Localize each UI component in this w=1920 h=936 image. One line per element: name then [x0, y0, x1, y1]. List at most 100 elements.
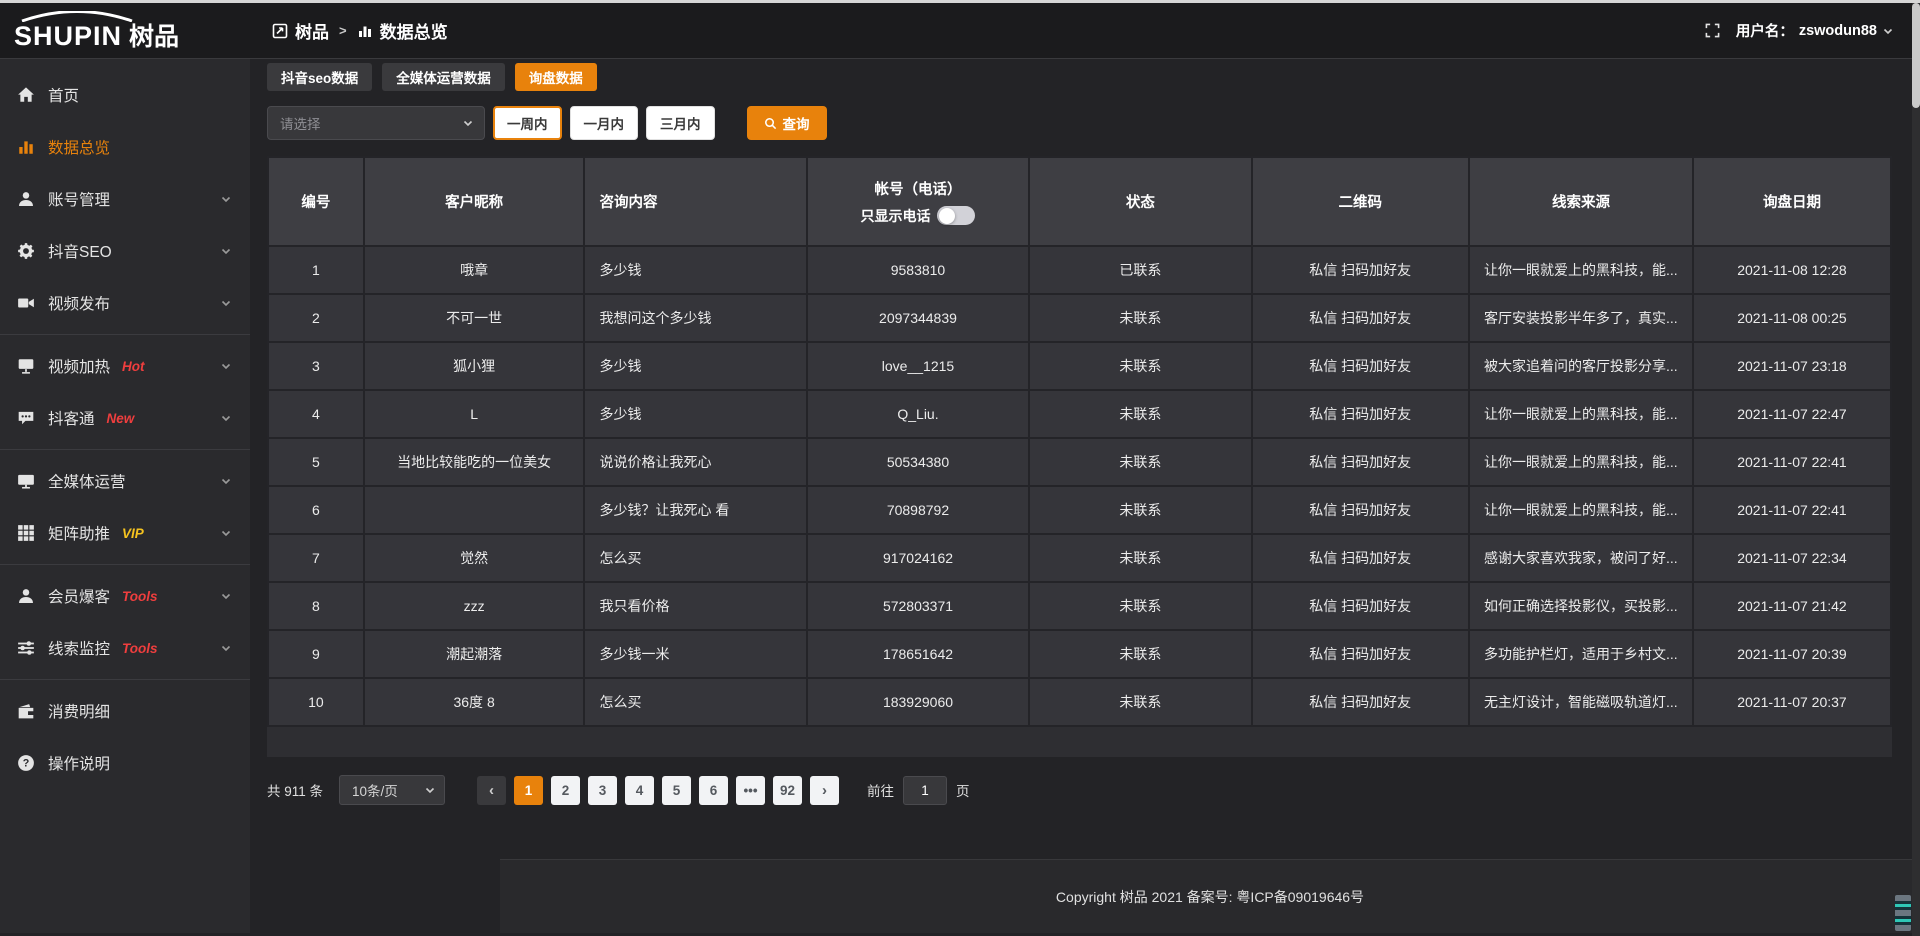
cell-account: 572803371 — [807, 582, 1029, 630]
scrollbar[interactable] — [1912, 3, 1920, 936]
cell-content: 多少钱 — [584, 390, 806, 438]
cell-qrcode[interactable]: 私信 扫码加好友 — [1252, 342, 1469, 390]
page-button-5[interactable]: 5 — [662, 776, 691, 805]
cell-source[interactable]: 如何正确选择投影仪，买投影... — [1469, 582, 1693, 630]
next-page-button[interactable]: › — [810, 776, 839, 805]
cell-source[interactable]: 让你一眼就爱上的黑科技，能... — [1469, 438, 1693, 486]
table-row: 1036度 8怎么买183929060未联系私信 扫码加好友无主灯设计，智能磁吸… — [268, 678, 1891, 726]
cell-content: 多少钱 — [584, 342, 806, 390]
cell-status: 未联系 — [1029, 582, 1251, 630]
cell-source[interactable]: 无主灯设计，智能磁吸轨道灯... — [1469, 678, 1693, 726]
sidebar-item[interactable]: 视频发布 — [0, 277, 250, 329]
column-header-date: 询盘日期 — [1693, 157, 1891, 246]
period-button-三月内[interactable]: 三月内 — [646, 106, 715, 140]
sidebar-item[interactable]: 首页 — [0, 69, 250, 121]
cell-source[interactable]: 让你一眼就爱上的黑科技，能... — [1469, 246, 1693, 294]
total-count: 共 911 条 — [267, 780, 323, 800]
cell-no: 8 — [268, 582, 364, 630]
cell-qrcode[interactable]: 私信 扫码加好友 — [1252, 246, 1469, 294]
toggle-knob — [939, 208, 955, 224]
tab-全媒体运营数据[interactable]: 全媒体运营数据 — [382, 63, 505, 91]
page-button-1[interactable]: 1 — [514, 776, 543, 805]
sidebar-item[interactable]: 矩阵助推VIP — [0, 507, 250, 559]
tab-询盘数据[interactable]: 询盘数据 — [515, 63, 597, 91]
period-button-一周内[interactable]: 一周内 — [493, 106, 562, 140]
breadcrumb-root[interactable]: 树品 — [295, 18, 329, 43]
cell-date: 2021-11-07 22:41 — [1693, 438, 1891, 486]
cell-qrcode[interactable]: 私信 扫码加好友 — [1252, 534, 1469, 582]
cell-account: 50534380 — [807, 438, 1029, 486]
fullscreen-icon[interactable] — [1705, 23, 1720, 38]
cell-source[interactable]: 感谢大家喜欢我家，被问了好... — [1469, 534, 1693, 582]
sidebar-item[interactable]: 抖音SEO — [0, 225, 250, 277]
page-button-2[interactable]: 2 — [551, 776, 580, 805]
cell-status: 未联系 — [1029, 486, 1251, 534]
cell-date: 2021-11-07 20:39 — [1693, 630, 1891, 678]
chevron-down-icon — [1882, 25, 1894, 37]
cell-status: 未联系 — [1029, 390, 1251, 438]
cell-qrcode[interactable]: 私信 扫码加好友 — [1252, 486, 1469, 534]
tab-抖音seo数据[interactable]: 抖音seo数据 — [267, 63, 372, 91]
sidebar-item[interactable]: 数据总览 — [0, 121, 250, 173]
cell-source[interactable]: 让你一眼就爱上的黑科技，能... — [1469, 486, 1693, 534]
cell-qrcode[interactable]: 私信 扫码加好友 — [1252, 438, 1469, 486]
sidebar-item[interactable]: ?操作说明 — [0, 737, 250, 789]
chevron-down-icon — [220, 360, 232, 372]
monitor-icon — [17, 472, 35, 490]
query-button[interactable]: 查询 — [747, 106, 827, 140]
cell-account: 70898792 — [807, 486, 1029, 534]
cell-qrcode[interactable]: 私信 扫码加好友 — [1252, 294, 1469, 342]
cell-qrcode[interactable]: 私信 扫码加好友 — [1252, 678, 1469, 726]
sidebar-item[interactable]: 账号管理 — [0, 173, 250, 225]
chevron-down-icon — [462, 117, 474, 129]
page-button-4[interactable]: 4 — [625, 776, 654, 805]
chevron-down-icon — [220, 245, 232, 257]
sidebar-item[interactable]: 视频加热Hot — [0, 340, 250, 392]
chevron-down-icon — [220, 297, 232, 309]
table-row: 3狐小狸多少钱love__1215未联系私信 扫码加好友被大家追着问的客厅投影分… — [268, 342, 1891, 390]
sidebar-item[interactable]: 线索监控Tools — [0, 622, 250, 674]
floating-widget[interactable] — [1895, 895, 1911, 931]
table-row: 8zzz我只看价格572803371未联系私信 扫码加好友如何正确选择投影仪，买… — [268, 582, 1891, 630]
cell-source[interactable]: 多功能护栏灯，适用于乡村文... — [1469, 630, 1693, 678]
cell-qrcode[interactable]: 私信 扫码加好友 — [1252, 582, 1469, 630]
column-header-status: 状态 — [1029, 157, 1251, 246]
cell-status: 未联系 — [1029, 342, 1251, 390]
cell-qrcode[interactable]: 私信 扫码加好友 — [1252, 390, 1469, 438]
chevron-down-icon — [220, 527, 232, 539]
page-button-3[interactable]: 3 — [588, 776, 617, 805]
sidebar-item[interactable]: 会员爆客Tools — [0, 570, 250, 622]
cell-no: 3 — [268, 342, 364, 390]
breadcrumb-root-icon — [272, 23, 288, 39]
cell-no: 10 — [268, 678, 364, 726]
badge-tools: Tools — [122, 641, 158, 656]
cell-nick: 36度 8 — [364, 678, 585, 726]
cell-source[interactable]: 客厅安装投影半年多了，真实... — [1469, 294, 1693, 342]
scrollbar-thumb[interactable] — [1912, 3, 1920, 108]
user-icon — [17, 190, 35, 208]
cell-content: 怎么买 — [584, 534, 806, 582]
period-button-一月内[interactable]: 一月内 — [570, 106, 639, 140]
cell-date: 2021-11-07 23:18 — [1693, 342, 1891, 390]
account-select[interactable]: 请选择 — [267, 106, 485, 140]
page-button-92[interactable]: 92 — [773, 776, 802, 805]
cell-source[interactable]: 让你一眼就爱上的黑科技，能... — [1469, 390, 1693, 438]
prev-page-button[interactable]: ‹ — [477, 776, 506, 805]
cell-date: 2021-11-07 22:34 — [1693, 534, 1891, 582]
sidebar-item[interactable]: 消费明细 — [0, 685, 250, 737]
cell-account: 9583810 — [807, 246, 1029, 294]
sidebar-item[interactable]: 全媒体运营 — [0, 455, 250, 507]
cell-content: 我想问这个多少钱 — [584, 294, 806, 342]
user-menu[interactable]: 用户名： zswodun88 — [1736, 20, 1894, 41]
cell-qrcode[interactable]: 私信 扫码加好友 — [1252, 630, 1469, 678]
phone-only-toggle[interactable] — [937, 206, 975, 225]
goto-page-input[interactable] — [903, 776, 947, 805]
goto-suffix: 页 — [956, 780, 970, 800]
question-icon: ? — [17, 754, 35, 772]
cell-no: 2 — [268, 294, 364, 342]
sidebar-item[interactable]: 抖客通New — [0, 392, 250, 444]
page-size-select[interactable]: 10条/页 — [339, 775, 445, 805]
cell-source[interactable]: 被大家追着问的客厅投影分享... — [1469, 342, 1693, 390]
page-button-6[interactable]: 6 — [699, 776, 728, 805]
page-ellipsis[interactable]: ••• — [736, 776, 765, 805]
